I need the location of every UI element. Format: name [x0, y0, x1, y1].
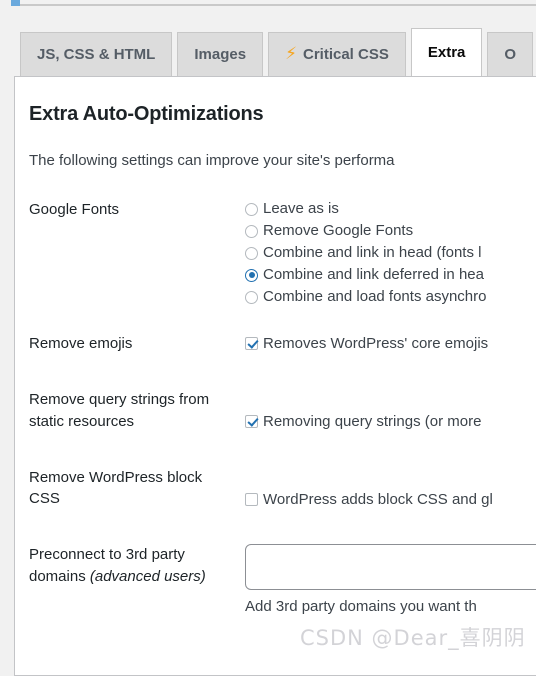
- checkbox-remove-emojis[interactable]: Removes WordPress' core emojis: [245, 333, 536, 355]
- checkbox-icon-checked[interactable]: [245, 337, 258, 351]
- radio-option-combine-link-deferred[interactable]: Combine and link deferred in hea: [245, 265, 536, 285]
- preconnect-label-italic: (advanced users): [89, 568, 206, 585]
- radio-option-combine-load-async[interactable]: Combine and load fonts asynchro: [245, 287, 536, 307]
- checkbox-icon-checked[interactable]: [245, 415, 258, 429]
- setting-row-remove-block-css: Remove WordPress block CSS WordPress add…: [29, 467, 536, 511]
- lightning-bolt-icon: ⚡: [285, 44, 297, 63]
- radio-label: Combine and link in head (fonts l: [263, 244, 482, 261]
- tab-images[interactable]: Images: [177, 32, 264, 76]
- checkbox-remove-block-css[interactable]: WordPress adds block CSS and gl: [245, 489, 536, 511]
- tab-images-label: Images: [194, 46, 247, 63]
- radio-icon[interactable]: [245, 224, 258, 238]
- radio-icon-selected[interactable]: [245, 268, 258, 282]
- settings-rows: Google Fonts Leave as is Remove Google F…: [29, 199, 536, 618]
- panel-intro-text: The following settings can improve your …: [29, 152, 395, 169]
- checkbox-remove-query-strings[interactable]: Removing query strings (or more: [245, 411, 536, 433]
- remove-emojis-label: Remove emojis: [29, 335, 133, 352]
- google-fonts-label: Google Fonts: [29, 201, 120, 218]
- tab-critical-css-label: Critical CSS: [303, 46, 389, 63]
- radio-label: Combine and link deferred in hea: [263, 266, 484, 283]
- remove-query-strings-field: Removing query strings (or more: [245, 389, 536, 433]
- tab-optimize-more-label: O: [504, 46, 517, 63]
- setting-row-preconnect: Preconnect to 3rd party domains (advance…: [29, 544, 536, 618]
- tab-extra-label: Extra: [427, 44, 466, 61]
- extra-settings-panel: Extra Auto-Optimizations The following s…: [14, 76, 536, 676]
- radio-label: Combine and load fonts asynchro: [263, 288, 487, 305]
- remove-block-css-label: Remove WordPress block CSS: [29, 468, 203, 508]
- tab-js-css-html-label: JS, CSS & HTML: [37, 46, 156, 63]
- settings-tab-bar: JS, CSS & HTML Images ⚡ Critical CSS Ext…: [0, 22, 536, 76]
- page-title: Extra Auto-Optimizations: [29, 103, 264, 125]
- checkbox-label: WordPress adds block CSS and gl: [263, 490, 493, 508]
- setting-row-remove-emojis: Remove emojis Removes WordPress' core em…: [29, 333, 536, 355]
- preconnect-label: Preconnect to 3rd party domains (advance…: [29, 544, 245, 588]
- radio-option-leave-as-is[interactable]: Leave as is: [245, 199, 536, 219]
- remove-query-strings-label: Remove query strings from static resourc…: [29, 390, 210, 430]
- radio-label: Leave as is: [263, 200, 339, 217]
- preconnect-help-text: Add 3rd party domains you want th: [245, 598, 477, 616]
- radio-icon[interactable]: [245, 290, 258, 304]
- horizontal-divider: [20, 4, 536, 6]
- preconnect-domains-input[interactable]: [245, 544, 536, 591]
- preconnect-field: Add 3rd party domains you want th: [245, 544, 536, 618]
- tab-extra[interactable]: Extra: [410, 28, 483, 76]
- remove-emojis-field: Removes WordPress' core emojis: [245, 333, 536, 355]
- google-fonts-radio-group: Leave as is Remove Google Fonts Combine …: [245, 199, 536, 307]
- radio-option-combine-link-head[interactable]: Combine and link in head (fonts l: [245, 243, 536, 263]
- tab-critical-css[interactable]: ⚡ Critical CSS: [268, 32, 406, 76]
- top-strip: [0, 0, 536, 8]
- checkbox-label: Removing query strings (or more: [263, 412, 482, 430]
- radio-option-remove-google-fonts[interactable]: Remove Google Fonts: [245, 221, 536, 241]
- checkbox-label: Removes WordPress' core emojis: [263, 335, 489, 352]
- remove-block-css-field: WordPress adds block CSS and gl: [245, 467, 536, 511]
- tab-optimize-more[interactable]: O: [487, 32, 534, 76]
- checkbox-icon-unchecked[interactable]: [245, 492, 258, 506]
- radio-label: Remove Google Fonts: [263, 222, 414, 239]
- partial-blue-indicator: [11, 0, 20, 6]
- setting-row-remove-query-strings: Remove query strings from static resourc…: [29, 389, 536, 433]
- setting-row-google-fonts: Google Fonts Leave as is Remove Google F…: [29, 199, 536, 307]
- tab-js-css-html[interactable]: JS, CSS & HTML: [20, 32, 173, 76]
- radio-icon[interactable]: [245, 202, 258, 216]
- radio-icon[interactable]: [245, 246, 258, 260]
